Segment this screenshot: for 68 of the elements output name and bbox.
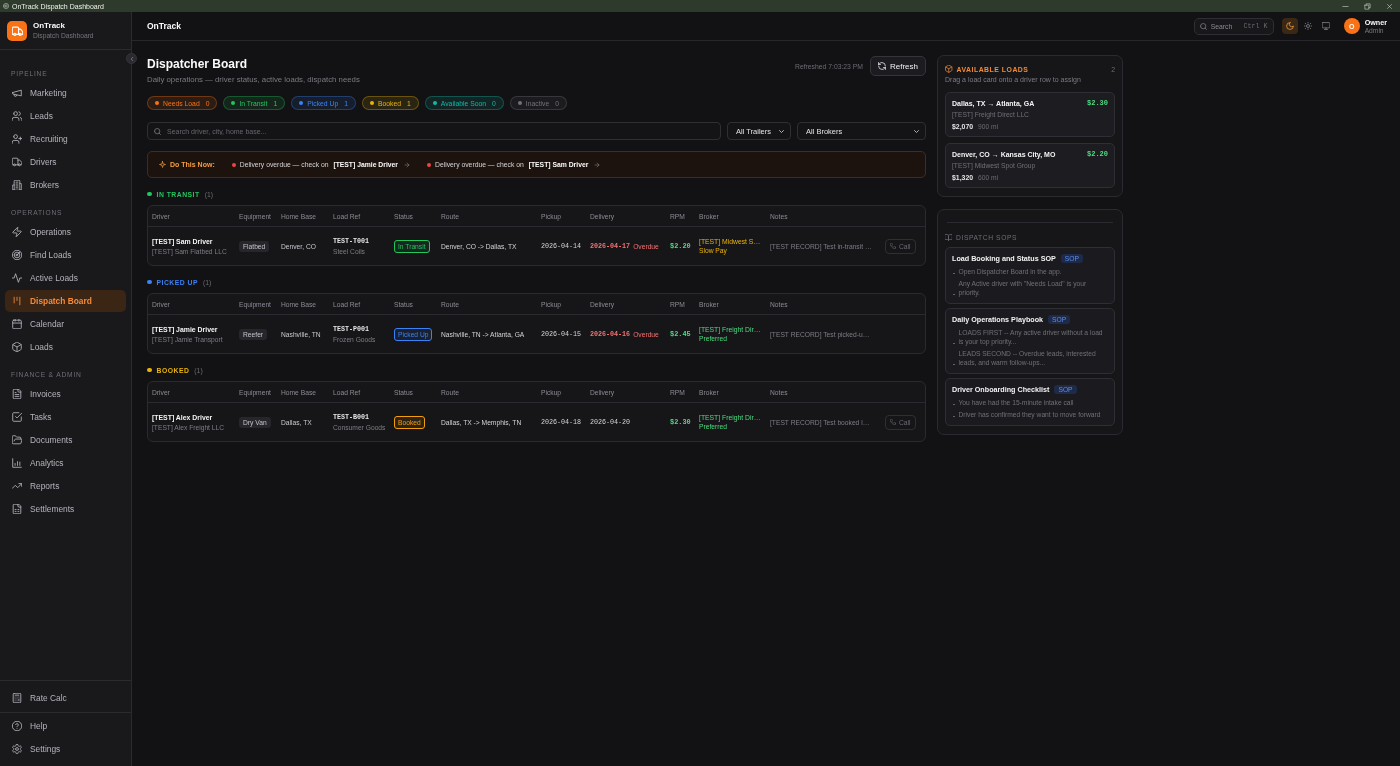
sidebar-item[interactable]: Documents: [5, 429, 126, 451]
document-icon: [12, 389, 22, 399]
help-icon: [12, 721, 22, 731]
sidebar-item[interactable]: Brokers: [5, 174, 126, 196]
users-icon: [12, 111, 22, 121]
arrow-right-icon: [404, 161, 410, 168]
brand-name: OnTrack: [33, 21, 66, 31]
sidebar-item[interactable]: Calendar: [5, 313, 126, 335]
settings-icon: [12, 744, 22, 754]
sidebar-item[interactable]: Active Loads: [5, 267, 126, 289]
close-icon[interactable]: [1385, 2, 1393, 10]
sidebar-item[interactable]: Leads: [5, 105, 126, 127]
restore-icon[interactable]: [1363, 2, 1371, 10]
radar-icon: [12, 250, 22, 260]
book-icon: [945, 234, 952, 241]
calendar-icon: [12, 319, 22, 329]
sidebar-item[interactable]: Drivers: [5, 151, 126, 173]
moon-icon: [1285, 22, 1294, 30]
truck-icon: [12, 157, 22, 167]
collapse-button[interactable]: [126, 53, 137, 64]
columns-icon: [12, 296, 22, 306]
sidebar-item[interactable]: Dispatch Board: [5, 290, 126, 312]
sidebar-item[interactable]: Reports: [5, 475, 126, 497]
sidebar-item[interactable]: Rate Calc: [5, 687, 126, 709]
bar-chart-icon: [12, 458, 22, 468]
phone-icon: [890, 419, 896, 425]
monitor-icon: [1321, 22, 1330, 30]
sidebar-item[interactable]: Tasks: [5, 406, 126, 428]
box-icon: [12, 342, 22, 352]
warning-dot-icon: [427, 162, 431, 167]
page-title: Dispatcher Board: [147, 57, 249, 71]
add-user-icon: [12, 134, 22, 144]
sidebar-item[interactable]: Help: [5, 715, 126, 737]
sidebar-item[interactable]: Settlements: [5, 498, 126, 520]
app-title: OnTrack: [147, 21, 182, 31]
sidebar-item[interactable]: Operations: [5, 221, 126, 243]
chevron-down-icon: [913, 127, 920, 135]
folder-icon: [12, 435, 22, 445]
sun-icon: [1303, 22, 1312, 30]
megaphone-icon: [12, 88, 22, 98]
sidebar-item[interactable]: Loads: [5, 336, 126, 358]
calculator-icon: [12, 693, 22, 703]
phone-icon: [890, 243, 896, 249]
receipt-icon: [12, 504, 22, 514]
building-icon: [12, 180, 22, 190]
sidebar-item[interactable]: Analytics: [5, 452, 126, 474]
arrow-right-icon: [594, 161, 601, 168]
chevron-down-icon: [778, 127, 785, 135]
pulse-icon: [12, 273, 22, 283]
sidebar-item[interactable]: Marketing: [5, 82, 126, 104]
refresh-button[interactable]: Refresh: [870, 56, 926, 76]
search-icon: [154, 127, 161, 135]
sidebar-item[interactable]: Recruiting: [5, 128, 126, 150]
warning-dot-icon: [231, 162, 236, 167]
sparkle-icon: [159, 161, 166, 168]
sidebar-item[interactable]: Settings: [5, 738, 126, 760]
checkbox-icon: [12, 412, 22, 422]
sidebar-item[interactable]: Invoices: [5, 383, 126, 405]
package-icon: [945, 65, 953, 73]
logo-icon: [7, 20, 27, 41]
chevron-left-icon: [128, 55, 135, 62]
trend-up-icon: [12, 481, 22, 491]
refresh-icon: [878, 62, 886, 70]
ring-icon: [3, 3, 9, 9]
sidebar-item[interactable]: Find Loads: [5, 244, 126, 266]
theme-toggle[interactable]: [1281, 18, 1298, 34]
lightning-icon: [12, 227, 22, 237]
search-icon: [1199, 22, 1207, 30]
